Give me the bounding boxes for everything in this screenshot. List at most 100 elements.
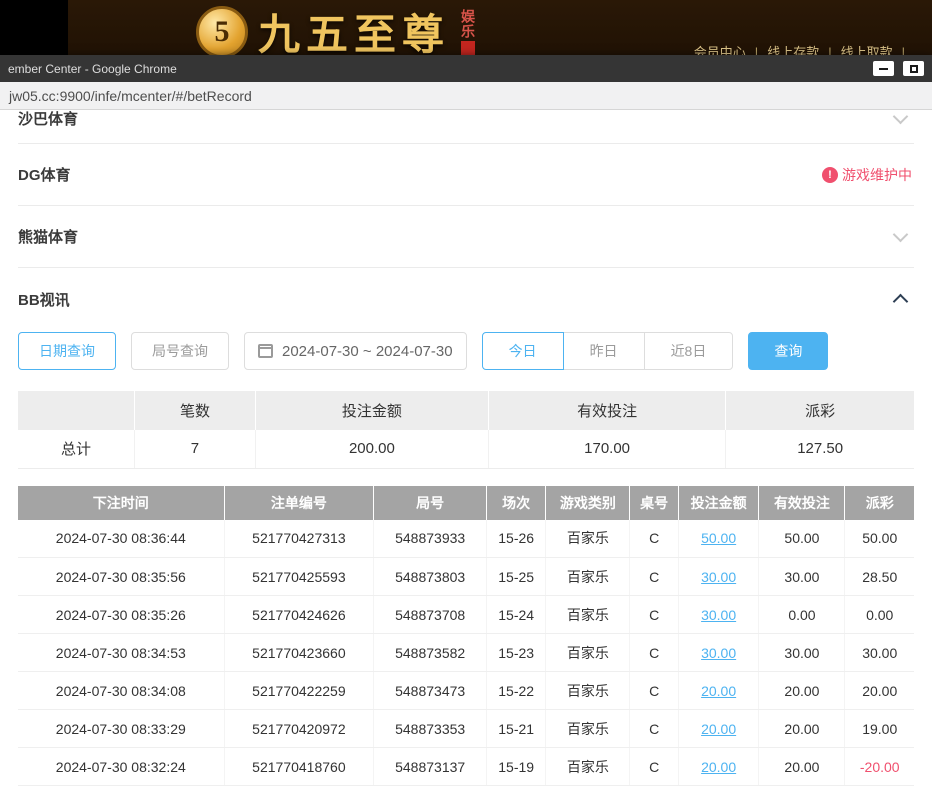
tab-today[interactable]: 今日: [482, 332, 564, 370]
bet-cell: 30.00: [845, 634, 914, 672]
bet-cell: 20.00: [759, 710, 845, 748]
bet-cell: 15-21: [487, 710, 546, 748]
accordion-item-dg-sports[interactable]: DG体育 ! 游戏维护中: [18, 144, 914, 206]
bet-cell: C: [630, 520, 678, 558]
summary-cell: 170.00: [488, 430, 725, 468]
calendar-icon: [258, 344, 273, 358]
bet-amount-link[interactable]: 30.00: [678, 558, 759, 596]
bet-amount-link[interactable]: 30.00: [678, 634, 759, 672]
date-query-button[interactable]: 日期查询: [18, 332, 116, 370]
summary-header-cell: 笔数: [134, 391, 255, 430]
summary-cell: 127.50: [726, 430, 914, 468]
bet-cell: 50.00: [845, 520, 914, 558]
bet-cell: 2024-07-30 08:35:26: [18, 596, 224, 634]
bet-cell: 2024-07-30 08:34:08: [18, 672, 224, 710]
accordion-item-panda-sports[interactable]: 熊猫体育: [18, 206, 914, 268]
search-button[interactable]: 查询: [748, 332, 828, 370]
accordion-label: 沙巴体育: [18, 110, 78, 129]
logo-badge-text: 娱乐: [458, 9, 478, 39]
accordion-item-shaba-sports[interactable]: 沙巴体育: [18, 110, 914, 144]
bet-cell: 15-24: [487, 596, 546, 634]
bet-amount-link[interactable]: 20.00: [678, 710, 759, 748]
summary-cell: 总计: [18, 430, 134, 468]
bet-cell: 15-23: [487, 634, 546, 672]
bet-cell: 20.00: [759, 672, 845, 710]
table-row: 2024-07-30 08:33:29521770420972548873353…: [18, 710, 914, 748]
address-bar[interactable]: jw05.cc:9900/infe/mcenter/#/betRecord: [0, 82, 932, 110]
minimize-button[interactable]: [873, 61, 894, 76]
bet-header-cell: 派彩: [845, 486, 914, 520]
minimize-icon: [879, 68, 888, 70]
bet-header-cell: 投注金额: [678, 486, 759, 520]
table-row: 2024-07-30 08:36:44521770427313548873933…: [18, 520, 914, 558]
bet-amount-link[interactable]: 20.00: [678, 748, 759, 786]
filter-toolbar: 日期查询 局号查询 2024-07-30 ~ 2024-07-30 今日 昨日 …: [18, 332, 914, 370]
bet-cell: 20.00: [759, 748, 845, 786]
bet-cell: 0.00: [845, 596, 914, 634]
date-range-input[interactable]: 2024-07-30 ~ 2024-07-30: [244, 332, 467, 370]
bet-cell: 19.00: [845, 710, 914, 748]
logo-text: 九五至尊: [258, 1, 450, 62]
bet-cell: 15-22: [487, 672, 546, 710]
table-row: 2024-07-30 08:32:24521770418760548873137…: [18, 748, 914, 786]
accordion-item-bb-live[interactable]: BB视讯: [18, 268, 914, 330]
bet-cell: 百家乐: [546, 520, 630, 558]
table-row: 2024-07-30 08:34:53521770423660548873582…: [18, 634, 914, 672]
bet-cell: 30.00: [759, 634, 845, 672]
maximize-button[interactable]: [903, 61, 924, 76]
bet-cell: 521770420972: [224, 710, 374, 748]
site-logo: 5 九五至尊 娱乐: [196, 1, 478, 62]
bet-cell: 548873353: [374, 710, 487, 748]
bet-header-cell: 场次: [487, 486, 546, 520]
bet-cell: 50.00: [759, 520, 845, 558]
chevron-down-icon: [893, 226, 909, 242]
bet-cell: 2024-07-30 08:33:29: [18, 710, 224, 748]
maintenance-badge: ! 游戏维护中: [822, 165, 912, 185]
bet-amount-link[interactable]: 20.00: [678, 672, 759, 710]
window-title: ember Center - Google Chrome: [8, 62, 864, 76]
bet-cell: C: [630, 558, 678, 596]
summary-cell: 200.00: [255, 430, 488, 468]
logo-coin-icon: 5: [196, 6, 248, 58]
date-range-value: 2024-07-30 ~ 2024-07-30: [282, 343, 453, 360]
summary-header-cell: 有效投注: [488, 391, 725, 430]
round-query-button[interactable]: 局号查询: [131, 332, 229, 370]
logo-badge: 娱乐: [458, 9, 478, 55]
summary-header-cell: 派彩: [726, 391, 914, 430]
window-title-bar[interactable]: ember Center - Google Chrome: [0, 55, 932, 82]
tab-yesterday[interactable]: 昨日: [563, 332, 645, 370]
bet-cell: 百家乐: [546, 596, 630, 634]
tab-last-8-days[interactable]: 近8日: [644, 332, 734, 370]
bet-cell: C: [630, 596, 678, 634]
bet-cell: 15-25: [487, 558, 546, 596]
bet-header-row: 下注时间注单编号局号场次游戏类别桌号投注金额有效投注派彩: [18, 486, 914, 520]
bet-cell: 521770427313: [224, 520, 374, 558]
bet-amount-link[interactable]: 50.00: [678, 520, 759, 558]
accordion-label: BB视讯: [18, 289, 70, 310]
bet-cell: C: [630, 672, 678, 710]
bet-cell: 521770422259: [224, 672, 374, 710]
bet-cell: 521770424626: [224, 596, 374, 634]
bet-cell: 521770425593: [224, 558, 374, 596]
bet-amount-link[interactable]: 30.00: [678, 596, 759, 634]
bet-cell: 15-19: [487, 748, 546, 786]
maintenance-text: 游戏维护中: [842, 165, 912, 185]
bet-cell: 百家乐: [546, 634, 630, 672]
bet-cell: 百家乐: [546, 748, 630, 786]
bet-cell: 521770423660: [224, 634, 374, 672]
bet-header-cell: 游戏类别: [546, 486, 630, 520]
corner-block: [0, 0, 68, 60]
bet-cell: C: [630, 634, 678, 672]
chevron-up-icon: [893, 294, 909, 310]
bet-cell: 548873708: [374, 596, 487, 634]
exclamation-icon: !: [822, 167, 838, 183]
bet-header-cell: 桌号: [630, 486, 678, 520]
bet-cell: 548873473: [374, 672, 487, 710]
chevron-down-icon: [893, 110, 909, 124]
bet-cell: 548873803: [374, 558, 487, 596]
bet-cell: 2024-07-30 08:35:56: [18, 558, 224, 596]
table-row: 2024-07-30 08:34:08521770422259548873473…: [18, 672, 914, 710]
bet-header-cell: 有效投注: [759, 486, 845, 520]
bet-header-cell: 注单编号: [224, 486, 374, 520]
bet-header-cell: 局号: [374, 486, 487, 520]
